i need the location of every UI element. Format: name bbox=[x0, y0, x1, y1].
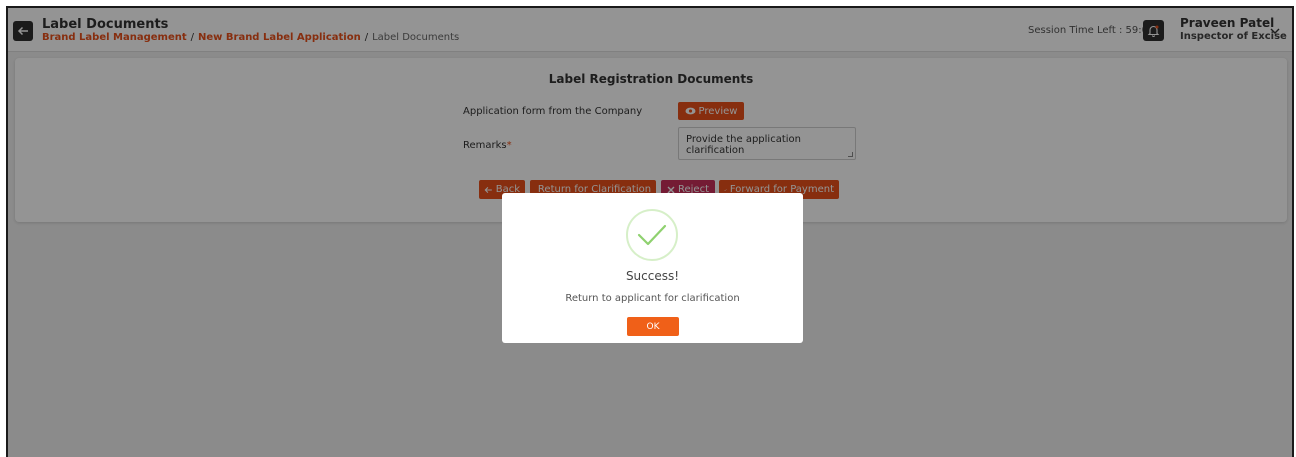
success-dialog: Success! Return to applicant for clarifi… bbox=[502, 193, 803, 343]
dialog-title: Success! bbox=[625, 269, 680, 283]
success-check-icon bbox=[637, 224, 667, 246]
dialog-message: Return to applicant for clarification bbox=[565, 293, 740, 304]
ok-button[interactable]: OK bbox=[627, 317, 679, 336]
app-frame: Label Documents Brand Label Management / N… bbox=[6, 6, 1294, 457]
success-badge bbox=[626, 209, 678, 261]
